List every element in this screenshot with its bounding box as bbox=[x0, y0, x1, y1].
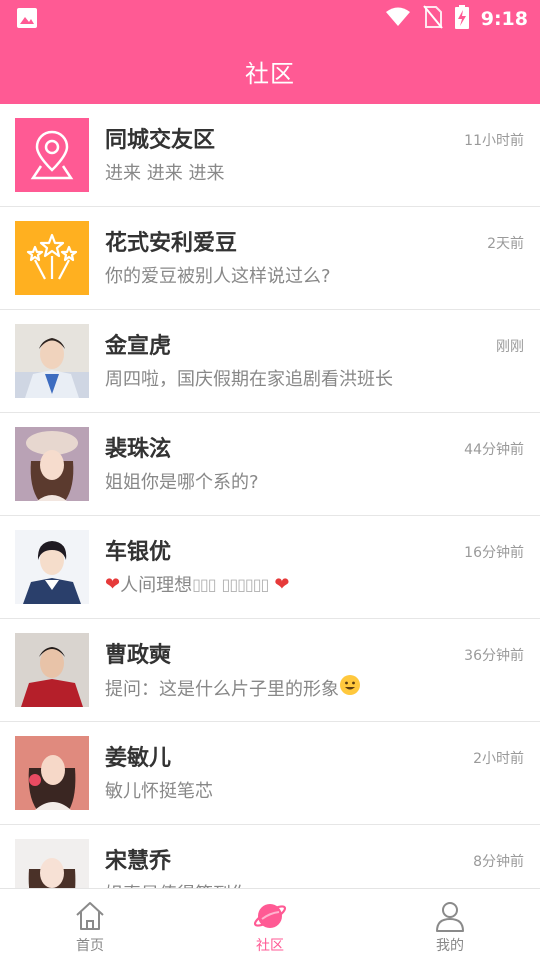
item-time: 2小时前 bbox=[473, 751, 524, 767]
list-item[interactable]: 花式安利爱豆 2天前 你的爱豆被别人这样说过么? bbox=[0, 207, 540, 310]
avatar bbox=[15, 839, 89, 888]
list-item[interactable]: 曹政奭 36分钟前 提问：这是什么片子里的形象 bbox=[0, 619, 540, 722]
item-time: 11小时前 bbox=[464, 133, 524, 149]
list-item[interactable]: 金宣虎 刚刚 周四啦，国庆假期在家追剧看洪班长 bbox=[0, 310, 540, 413]
item-subtitle-text: 姐姐你是哪个系的? bbox=[105, 472, 259, 493]
grin-emoji-icon bbox=[339, 674, 361, 701]
home-icon bbox=[73, 899, 107, 933]
list-item[interactable]: 宋慧乔 8分钟前 姐真是值得等到你 bbox=[0, 825, 540, 888]
fireworks-icon bbox=[15, 221, 89, 295]
item-time: 刚刚 bbox=[496, 339, 524, 355]
avatar bbox=[15, 633, 89, 707]
nav-community[interactable]: 社区 bbox=[180, 889, 360, 960]
avatar bbox=[15, 736, 89, 810]
battery-charging-icon bbox=[454, 5, 469, 33]
item-subtitle: 周四啦，国庆假期在家追剧看洪班长 bbox=[105, 365, 393, 391]
wifi-icon bbox=[385, 6, 411, 32]
item-time: 8分钟前 bbox=[473, 854, 524, 870]
status-time: 9:18 bbox=[480, 8, 528, 30]
avatar bbox=[15, 427, 89, 501]
nav-label: 首页 bbox=[76, 938, 104, 954]
item-subtitle-text: 敏儿怀挺笔芯 bbox=[105, 781, 213, 802]
item-time: 16分钟前 bbox=[464, 545, 524, 561]
item-subtitle-text: 你的爱豆被别人这样说过么? bbox=[105, 266, 331, 287]
nav-label: 我的 bbox=[436, 938, 464, 954]
item-title: 车银优 bbox=[105, 540, 172, 565]
item-title: 曹政奭 bbox=[105, 643, 172, 668]
list-item[interactable]: 车银优 16分钟前 ❤ 人间理想 ▯▯▯ ▯▯▯▯▯▯ ❤ bbox=[0, 516, 540, 619]
item-subtitle: 姐姐你是哪个系的? bbox=[105, 468, 259, 494]
gallery-notification-icon bbox=[16, 7, 38, 33]
heart-icon: ❤ bbox=[274, 573, 290, 595]
item-title: 裴珠泫 bbox=[105, 437, 172, 462]
item-title: 同城交友区 bbox=[105, 128, 216, 153]
item-time: 36分钟前 bbox=[464, 648, 524, 664]
list-item[interactable]: 同城交友区 11小时前 进来 进来 进来 bbox=[0, 104, 540, 207]
item-subtitle: 敏儿怀挺笔芯 bbox=[105, 777, 213, 803]
missing-glyph-boxes: ▯▯▯▯▯▯ bbox=[221, 574, 270, 594]
avatar bbox=[15, 324, 89, 398]
item-subtitle-text: 人间理想 bbox=[120, 575, 193, 596]
nav-home[interactable]: 首页 bbox=[0, 889, 180, 960]
map-pin-icon bbox=[15, 118, 89, 192]
item-title: 姜敏儿 bbox=[105, 746, 172, 771]
no-sim-icon bbox=[422, 5, 443, 33]
item-time: 44分钟前 bbox=[464, 442, 524, 458]
page-title: 社区 bbox=[245, 59, 295, 88]
item-title: 宋慧乔 bbox=[105, 849, 172, 874]
item-title: 花式安利爱豆 bbox=[105, 231, 238, 256]
community-list[interactable]: 同城交友区 11小时前 进来 进来 进来 花式安利爱豆 2天前 你的爱豆被别人这… bbox=[0, 104, 540, 888]
item-subtitle: ❤ 人间理想 ▯▯▯ ▯▯▯▯▯▯ ❤ bbox=[105, 571, 289, 597]
bottom-nav: 首页 社区 我的 bbox=[0, 888, 540, 960]
nav-label: 社区 bbox=[256, 938, 284, 954]
nav-profile[interactable]: 我的 bbox=[360, 889, 540, 960]
item-subtitle: 你的爱豆被别人这样说过么? bbox=[105, 262, 331, 288]
list-item[interactable]: 姜敏儿 2小时前 敏儿怀挺笔芯 bbox=[0, 722, 540, 825]
item-subtitle-text: 周四啦，国庆假期在家追剧看洪班长 bbox=[105, 369, 393, 390]
page-header: 社区 bbox=[0, 38, 540, 104]
item-subtitle: 姐真是值得等到你 bbox=[105, 880, 249, 888]
heart-icon: ❤ bbox=[105, 573, 121, 595]
item-subtitle-text: 提问：这是什么片子里的形象 bbox=[105, 678, 339, 700]
item-subtitle-text: 姐真是值得等到你 bbox=[105, 880, 249, 888]
item-title: 金宣虎 bbox=[105, 334, 172, 359]
item-subtitle: 提问：这是什么片子里的形象 bbox=[105, 674, 361, 701]
avatar bbox=[15, 530, 89, 604]
list-item[interactable]: 裴珠泫 44分钟前 姐姐你是哪个系的? bbox=[0, 413, 540, 516]
item-subtitle: 进来 进来 进来 bbox=[105, 159, 224, 185]
app-screen: 9:18 社区 同城交友区 11小时前 进来 进来 进来 花式安利爱豆 2天前 … bbox=[0, 0, 540, 960]
planet-icon bbox=[253, 899, 287, 933]
item-subtitle-text: 进来 进来 进来 bbox=[105, 163, 225, 184]
item-time: 2天前 bbox=[487, 236, 524, 252]
missing-glyph-boxes: ▯▯▯ bbox=[192, 574, 216, 594]
status-bar: 9:18 bbox=[0, 0, 540, 38]
user-icon bbox=[433, 899, 467, 933]
